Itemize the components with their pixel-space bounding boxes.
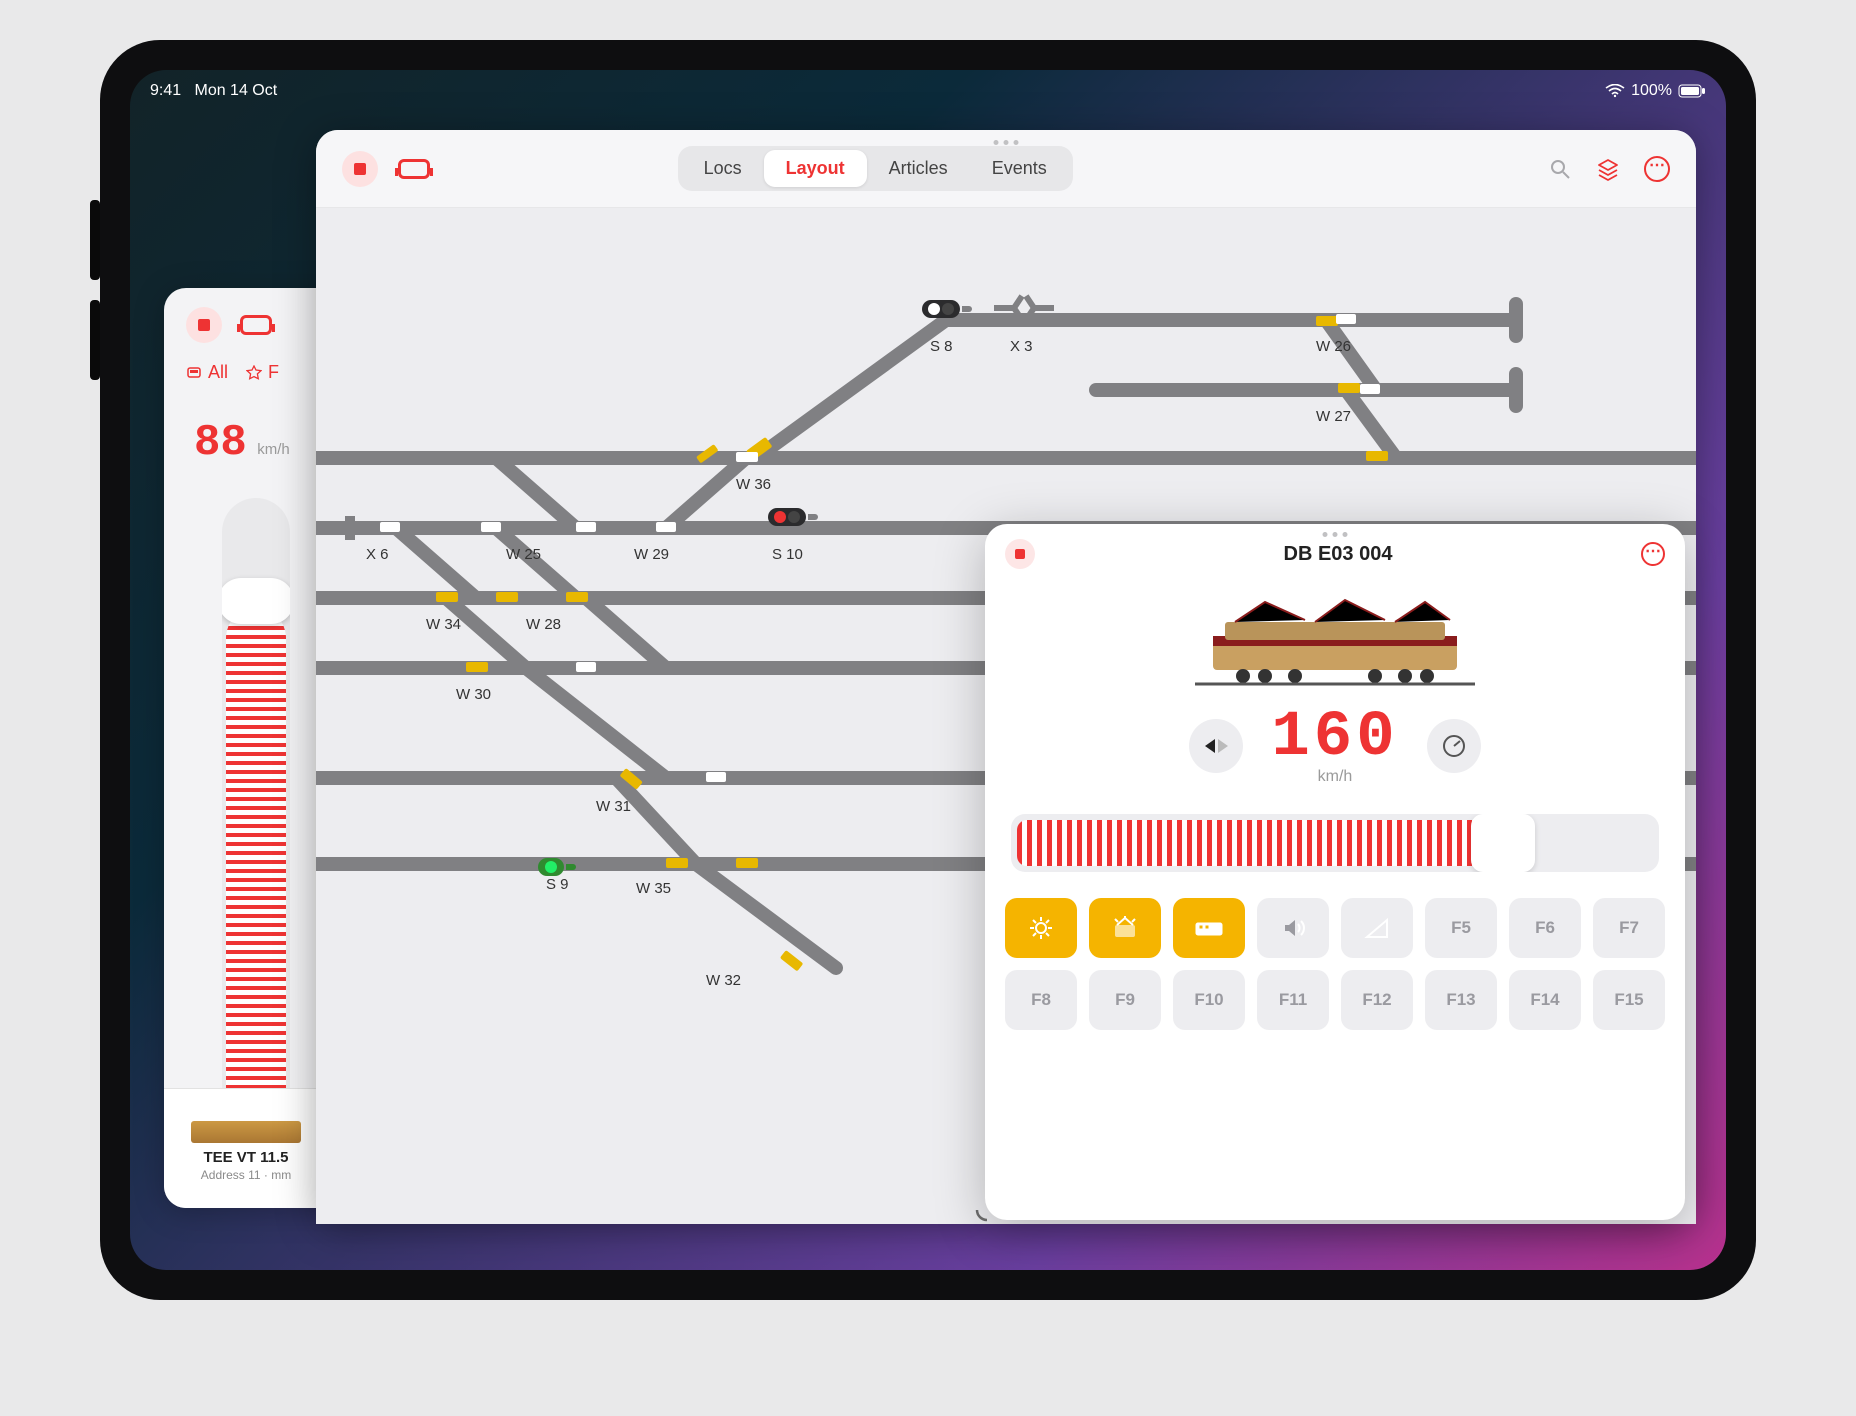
fn-f7[interactable]: F7 bbox=[1593, 898, 1665, 958]
window-grip[interactable] bbox=[1323, 532, 1348, 537]
status-time: 9:41 bbox=[150, 82, 181, 99]
fn-f9[interactable]: F9 bbox=[1089, 970, 1161, 1030]
function-grid: F5 F6 F7 F8 F9 F10 F11 F12 F13 F14 F15 bbox=[1005, 898, 1665, 1030]
label-w28: W 28 bbox=[526, 616, 561, 633]
label-s9: S 9 bbox=[546, 876, 569, 893]
fn-cab-light[interactable] bbox=[1173, 898, 1245, 958]
throttle-slider-vertical[interactable] bbox=[222, 498, 290, 1158]
fn-f8[interactable]: F8 bbox=[1005, 970, 1077, 1030]
speed-value-small: 88 bbox=[194, 418, 247, 468]
loc-control-panel: DB E03 004 160 km/h bbox=[985, 524, 1685, 1220]
battery-icon bbox=[1678, 84, 1706, 98]
throttle-slider[interactable] bbox=[1011, 814, 1659, 872]
label-s10: S 10 bbox=[772, 546, 803, 563]
throttle-thumb[interactable] bbox=[1471, 814, 1535, 872]
filter-favorites[interactable]: F bbox=[246, 362, 279, 383]
throttle-thumb[interactable] bbox=[222, 578, 290, 624]
more-icon[interactable] bbox=[1644, 156, 1670, 182]
fn-interior-light[interactable] bbox=[1089, 898, 1161, 958]
resize-handle[interactable] bbox=[973, 1200, 995, 1222]
view-segmented-control: Locs Layout Articles Events bbox=[678, 146, 1073, 191]
locomotive-image bbox=[1195, 592, 1475, 692]
stop-button[interactable] bbox=[1005, 539, 1035, 569]
label-w36: W 36 bbox=[736, 476, 771, 493]
tab-articles[interactable]: Articles bbox=[867, 150, 970, 187]
loc-card[interactable]: TEE VT 11.5 Address 11 · mm bbox=[164, 1089, 329, 1208]
label-w25: W 25 bbox=[506, 546, 541, 563]
window-grip[interactable] bbox=[994, 140, 1019, 145]
speed-value: 160 bbox=[1271, 706, 1398, 770]
layers-icon[interactable] bbox=[1596, 157, 1620, 181]
stop-button[interactable] bbox=[342, 151, 378, 187]
fn-f10[interactable]: F10 bbox=[1173, 970, 1245, 1030]
label-w35: W 35 bbox=[636, 880, 671, 897]
ipad-screen: 9:41 Mon 14 Oct 100% All bbox=[130, 70, 1726, 1270]
fn-sound[interactable] bbox=[1257, 898, 1329, 958]
label-w29: W 29 bbox=[634, 546, 669, 563]
speed-controls: 160 km/h bbox=[985, 706, 1685, 786]
stop-button[interactable] bbox=[186, 307, 222, 343]
label-x3: X 3 bbox=[1010, 338, 1033, 355]
signal-s8[interactable] bbox=[918, 298, 976, 320]
central-station-icon[interactable] bbox=[398, 159, 430, 179]
status-battery: 100% bbox=[1631, 82, 1672, 100]
fn-f15[interactable]: F15 bbox=[1593, 970, 1665, 1030]
label-w34: W 34 bbox=[426, 616, 461, 633]
fn-accel[interactable] bbox=[1341, 898, 1413, 958]
signal-s9[interactable] bbox=[534, 856, 580, 878]
fn-f13[interactable]: F13 bbox=[1425, 970, 1497, 1030]
status-date: Mon 14 Oct bbox=[194, 82, 277, 99]
more-icon[interactable] bbox=[1641, 542, 1665, 566]
train-icon bbox=[186, 365, 202, 381]
fn-f11[interactable]: F11 bbox=[1257, 970, 1329, 1030]
status-bar: 9:41 Mon 14 Oct 100% bbox=[150, 80, 1706, 102]
tab-layout[interactable]: Layout bbox=[764, 150, 867, 187]
wifi-icon bbox=[1605, 84, 1625, 98]
tab-events[interactable]: Events bbox=[970, 150, 1069, 187]
label-w32: W 32 bbox=[706, 972, 741, 989]
fn-f6[interactable]: F6 bbox=[1509, 898, 1581, 958]
fn-f14[interactable]: F14 bbox=[1509, 970, 1581, 1030]
search-icon[interactable] bbox=[1548, 157, 1572, 181]
tab-locs[interactable]: Locs bbox=[682, 150, 764, 187]
label-w27: W 27 bbox=[1316, 408, 1351, 425]
fn-light[interactable] bbox=[1005, 898, 1077, 958]
tacho-button[interactable] bbox=[1427, 719, 1481, 773]
fn-f12[interactable]: F12 bbox=[1341, 970, 1413, 1030]
label-w30: W 30 bbox=[456, 686, 491, 703]
star-icon bbox=[246, 365, 262, 381]
loc-panel-title: DB E03 004 bbox=[1284, 543, 1393, 566]
direction-button[interactable] bbox=[1189, 719, 1243, 773]
label-x6: X 6 bbox=[366, 546, 389, 563]
signal-s10[interactable] bbox=[764, 506, 822, 528]
label-w31: W 31 bbox=[596, 798, 631, 815]
speed-readout-small: 88 km/h bbox=[194, 418, 314, 468]
fn-f5[interactable]: F5 bbox=[1425, 898, 1497, 958]
label-s8: S 8 bbox=[930, 338, 953, 355]
central-station-icon[interactable] bbox=[240, 315, 272, 335]
ipad-frame: 9:41 Mon 14 Oct 100% All bbox=[100, 40, 1756, 1300]
speed-unit-small: km/h bbox=[257, 441, 290, 458]
label-w26: W 26 bbox=[1316, 338, 1351, 355]
filter-all[interactable]: All bbox=[186, 362, 228, 383]
